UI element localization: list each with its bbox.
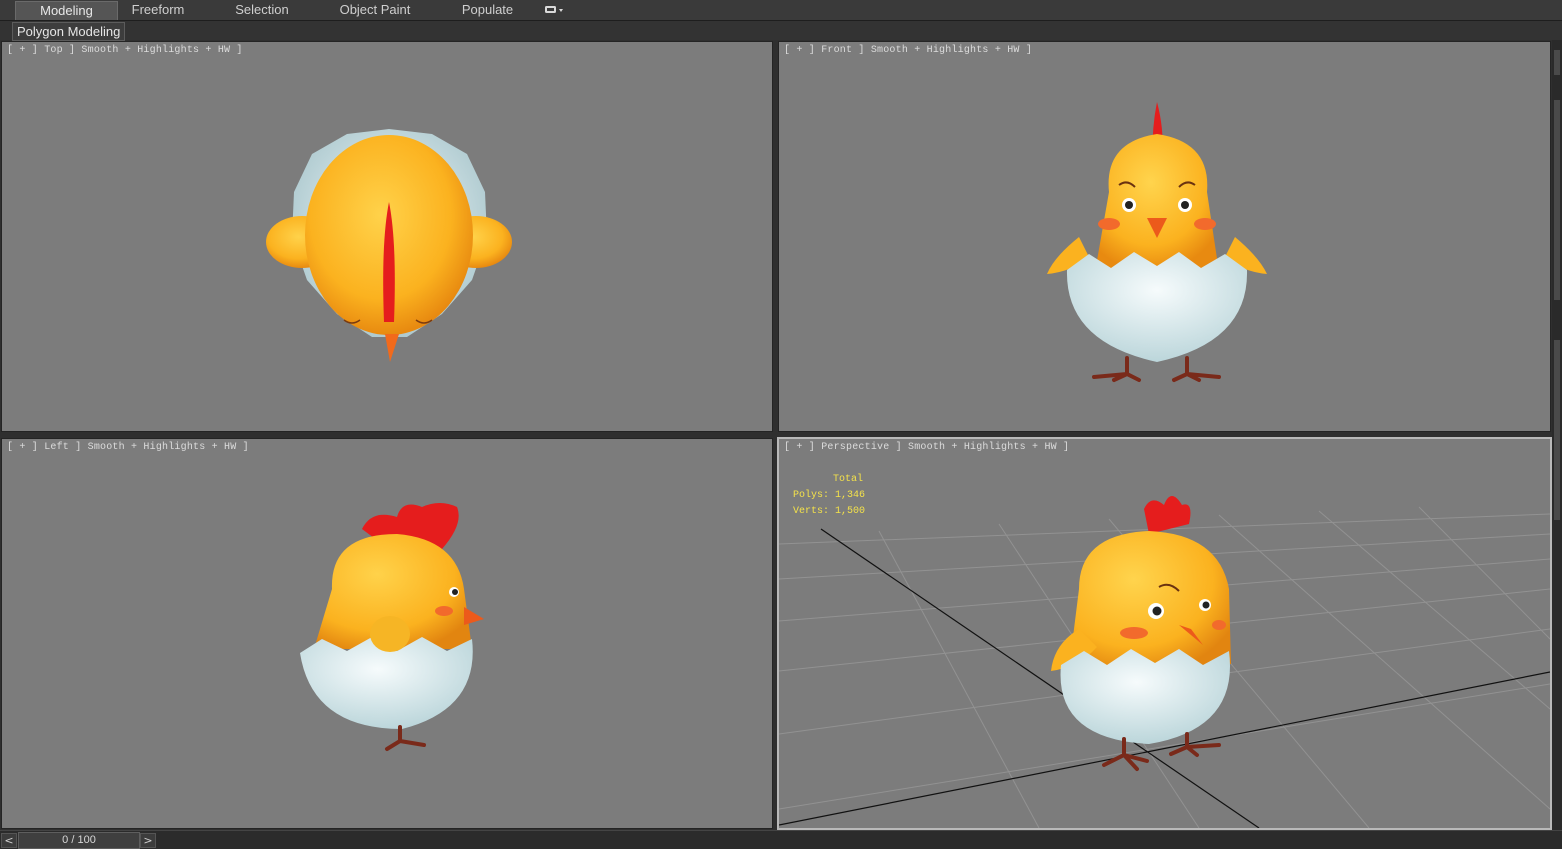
viewport-label-top[interactable]: [ + ] Top ] Smooth + Highlights + HW ]	[7, 45, 243, 56]
viewport-label-left[interactable]: [ + ] Left ] Smooth + Highlights + HW ]	[7, 442, 249, 453]
tab-populate[interactable]: Populate	[450, 1, 525, 19]
ribbon-options-icon[interactable]	[544, 4, 564, 16]
viewport-top[interactable]: [ + ] Top ] Smooth + Highlights + HW ]	[1, 41, 773, 432]
polygon-modeling-panel[interactable]: Polygon Modeling	[12, 22, 126, 41]
previous-frame-button[interactable]: <	[1, 833, 17, 848]
command-panel-edge	[1552, 40, 1562, 830]
tab-modeling[interactable]: Modeling	[15, 1, 118, 20]
viewport-label-perspective[interactable]: [ + ] Perspective ] Smooth + Highlights …	[784, 442, 1069, 453]
tab-selection[interactable]: Selection	[222, 1, 302, 19]
stats-polys: Polys: 1,346	[793, 490, 866, 501]
stats-title: Total	[833, 474, 864, 485]
viewport-label-front[interactable]: [ + ] Front ] Smooth + Highlights + HW ]	[784, 45, 1032, 56]
next-frame-button[interactable]: >	[140, 833, 156, 848]
viewport-perspective[interactable]: [ + ] Perspective ] Smooth + Highlights …	[777, 437, 1552, 830]
scroll-segment[interactable]	[1554, 340, 1560, 520]
ribbon-tab-bar: Modeling Freeform Selection Object Paint…	[0, 0, 1562, 21]
scroll-segment[interactable]	[1554, 50, 1560, 75]
time-slider[interactable]: 0 / 100	[18, 832, 140, 849]
viewport-left[interactable]: [ + ] Left ] Smooth + Highlights + HW ]	[1, 438, 773, 829]
statistics-overlay: Total Polys: 1,346 Verts: 1,500	[793, 472, 865, 520]
scroll-segment[interactable]	[1554, 100, 1560, 300]
chick-left-view	[300, 503, 484, 751]
tab-object-paint[interactable]: Object Paint	[330, 1, 420, 19]
viewport-front[interactable]: [ + ] Front ] Smooth + Highlights + HW ]	[778, 41, 1551, 432]
stats-verts: Verts: 1,500	[793, 506, 866, 517]
chick-top-view	[266, 129, 512, 362]
perspective-grid-and-chick	[779, 496, 1550, 828]
tab-freeform[interactable]: Freeform	[118, 1, 198, 19]
time-slider-bar: < 0 / 100 >	[0, 830, 1562, 849]
ribbon-panel-bar: Polygon Modeling	[0, 21, 1562, 41]
chick-front-view	[1047, 102, 1267, 382]
